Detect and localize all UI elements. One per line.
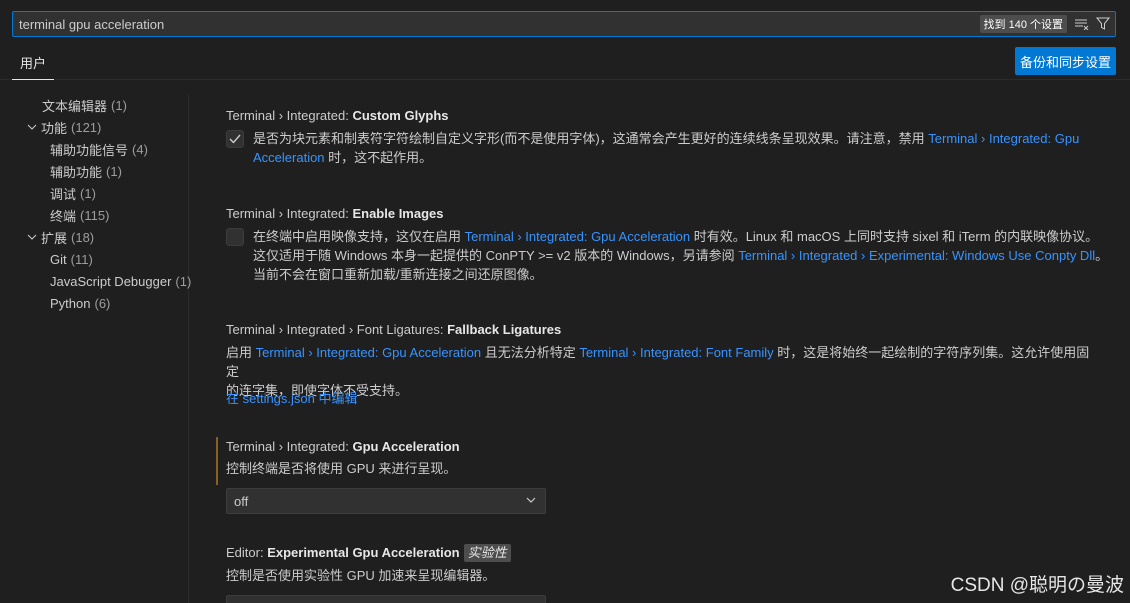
setting-description: 在终端中启用映像支持，这仅在启用 Terminal › Integrated: …	[253, 229, 1109, 282]
setting-link[interactable]: Terminal › Integrated: Gpu	[928, 131, 1079, 146]
filter-icon[interactable]	[1094, 15, 1112, 33]
settings-search-bar[interactable]: 找到 140 个设置	[12, 11, 1116, 37]
setting-link[interactable]: Terminal › Integrated: Font Family	[579, 345, 773, 360]
search-input[interactable]	[13, 12, 980, 36]
setting-description: 是否为块元素和制表符字符绘制自定义字形(而不是使用字体)，这通常会产生更好的连续…	[253, 131, 1080, 165]
check-icon	[229, 132, 241, 147]
gpu-acceleration-dropdown[interactable]: off	[226, 488, 546, 514]
toc-item-accessibility-signals[interactable]: 辅助功能信号 (4)	[50, 138, 148, 160]
setting-title: Terminal › Integrated: Gpu Acceleration	[226, 439, 460, 454]
toc-item-accessibility[interactable]: 辅助功能 (1)	[50, 160, 122, 182]
tab-user[interactable]: 用户	[12, 53, 55, 80]
setting-title: Terminal › Integrated › Font Ligatures: …	[226, 322, 562, 337]
edit-in-settings-json-link[interactable]: 在 settings.json 中编辑	[226, 389, 358, 408]
toc-item-text-editor[interactable]: 文本编辑器 (1)	[42, 94, 127, 116]
setting-link[interactable]: Terminal › Integrated: Gpu Acceleration	[465, 229, 690, 244]
toc-item-python[interactable]: Python (6)	[50, 292, 110, 314]
setting-link[interactable]: Terminal › Integrated › Experimental: Wi…	[738, 248, 1095, 263]
toc-item-git[interactable]: Git (11)	[50, 248, 93, 270]
setting-custom-glyphs: Terminal › Integrated: Custom Glyphs 是否为…	[226, 106, 1096, 165]
clear-filter-icon[interactable]	[1073, 15, 1091, 33]
setting-gpu-acceleration: Terminal › Integrated: Gpu Acceleration …	[226, 437, 1096, 514]
setting-description: 控制是否使用实验性 GPU 加速来呈现编辑器。	[226, 568, 496, 583]
setting-link[interactable]: Terminal › Integrated: Gpu Acceleration	[256, 345, 481, 360]
custom-glyphs-checkbox[interactable]	[226, 130, 244, 148]
settings-toc: 文本编辑器 (1) 功能 (121) 辅助功能信号 (4) 辅助功能 (1) 调试 (1)…	[0, 94, 191, 603]
setting-title: Editor: Experimental Gpu Acceleration 实验性	[226, 543, 1096, 563]
toc-item-extensions[interactable]: 扩展 (18)	[24, 226, 94, 248]
watermark: CSDN @聪明の曼波	[950, 575, 1124, 596]
setting-description: 控制终端是否将使用 GPU 来进行呈现。	[226, 461, 457, 476]
settings-tabs-row: 用户 备份和同步设置	[0, 44, 1130, 80]
result-count-badge: 找到 140 个设置	[979, 15, 1067, 33]
chevron-down-icon	[24, 234, 40, 240]
setting-editor-gpu-acceleration: Editor: Experimental Gpu Acceleration 实验性…	[226, 543, 1096, 603]
toc-item-terminal[interactable]: 终端 (115)	[50, 204, 109, 226]
toc-item-javascript-debugger[interactable]: JavaScript Debugger (1)	[50, 270, 191, 292]
setting-enable-images: Terminal › Integrated: Enable Images 在终端…	[226, 204, 1108, 282]
experimental-badge: 实验性	[463, 544, 511, 562]
setting-fallback-ligatures: Terminal › Integrated › Font Ligatures: …	[226, 320, 1096, 406]
setting-title: Terminal › Integrated: Enable Images	[226, 206, 444, 221]
enable-images-checkbox[interactable]	[226, 228, 244, 246]
setting-link[interactable]: Acceleration	[253, 150, 325, 165]
chevron-down-icon	[24, 124, 40, 130]
backup-sync-button[interactable]: 备份和同步设置	[1014, 47, 1116, 75]
toc-item-debug[interactable]: 调试 (1)	[50, 182, 96, 204]
setting-title: Terminal › Integrated: Custom Glyphs	[226, 108, 449, 123]
editor-gpu-acceleration-dropdown[interactable]: off	[226, 595, 546, 603]
settings-list: Terminal › Integrated: Custom Glyphs 是否为…	[190, 80, 1130, 603]
toc-item-features[interactable]: 功能 (121)	[24, 116, 101, 138]
chevron-down-icon	[525, 494, 537, 509]
